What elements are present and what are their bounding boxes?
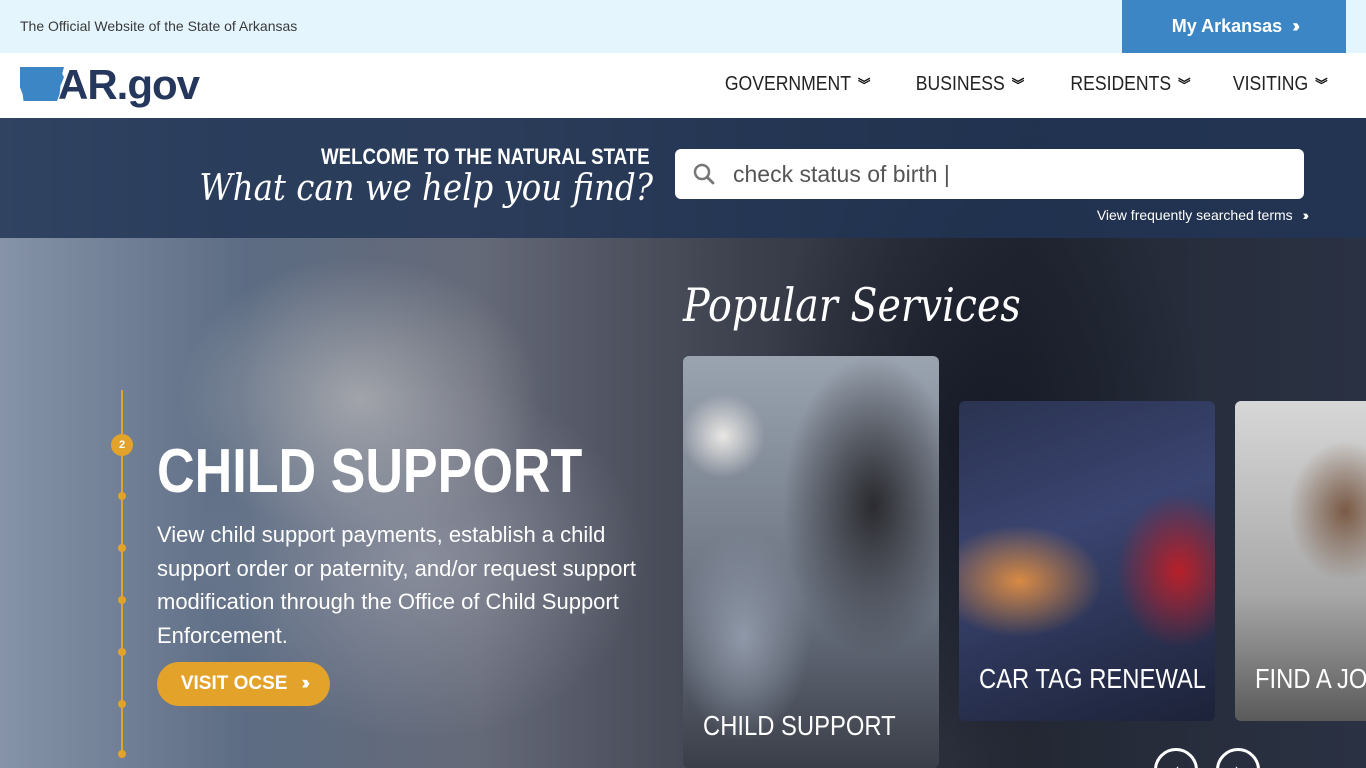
slide-title: CHILD SUPPORT [157, 437, 583, 506]
nav-item-business[interactable]: BUSINESS ︾ [916, 73, 1024, 96]
welcome-heading: WELCOME TO THE NATURAL STATE [321, 144, 650, 169]
visit-ocse-label: VISIT OCSE [180, 673, 288, 694]
visit-ocse-button[interactable]: VISIT OCSE ›› [157, 662, 330, 706]
search-band: WELCOME TO THE NATURAL STATE What can we… [0, 118, 1366, 238]
nav-item-government[interactable]: GOVERNMENT ︾ [725, 73, 871, 96]
my-arkansas-button[interactable]: My Arkansas ›› [1122, 0, 1346, 53]
service-card-find-a-job[interactable]: FIND A JOB [1235, 401, 1366, 721]
search-prompt: What can we help you find? [199, 168, 653, 209]
slide-indicator[interactable] [118, 596, 126, 604]
service-card-label: CAR TAG RENEWAL [979, 663, 1207, 694]
double-chevron-down-icon: ︾ [1315, 76, 1328, 93]
double-chevron-down-icon: ︾ [858, 76, 871, 93]
my-arkansas-label: My Arkansas [1171, 16, 1283, 36]
frequent-terms-label: View frequently searched terms [1096, 207, 1293, 223]
double-chevron-down-icon: ︾ [1178, 76, 1191, 93]
double-chevron-right-icon: ›› [301, 673, 309, 694]
slide-indicator[interactable] [118, 700, 126, 708]
slide-description: View child support payments, establish a… [157, 522, 636, 648]
hero-section: WELCOME TO THE NATURAL STATE What can we… [0, 118, 1366, 768]
chevron-left-icon: ‹ [1172, 758, 1180, 768]
nav-item-residents[interactable]: RESIDENTS ︾ [1070, 73, 1190, 96]
search-icon [675, 163, 733, 185]
service-card-car-tag-renewal[interactable]: CAR TAG RENEWAL [959, 401, 1215, 721]
double-chevron-right-icon: ›› [1302, 207, 1310, 223]
slide-number: 2 [118, 439, 126, 451]
slide-indicator[interactable] [118, 544, 126, 552]
nav-item-visiting[interactable]: VISITING ︾ [1233, 73, 1328, 96]
official-site-text: The Official Website of the State of Ark… [20, 18, 298, 34]
slide-indicator[interactable] [118, 648, 126, 656]
frequent-terms-link[interactable]: View frequently searched terms ›› [1096, 207, 1310, 223]
double-chevron-down-icon: ︾ [1011, 76, 1024, 93]
main-navbar: AR.gov GOVERNMENT ︾ BUSINESS ︾ RESIDENTS… [0, 53, 1366, 118]
nav-item-label: BUSINESS [915, 73, 1005, 95]
service-card-label: FIND A JOB [1255, 663, 1366, 694]
search-box[interactable] [675, 149, 1304, 199]
slide-indicator[interactable] [118, 750, 126, 758]
popular-services-heading: Popular Services [683, 278, 1021, 332]
search-input[interactable] [733, 160, 1273, 188]
nav-item-label: VISITING [1233, 73, 1309, 95]
top-bar: The Official Website of the State of Ark… [0, 0, 1366, 53]
nav-item-label: GOVERNMENT [725, 73, 852, 95]
main-nav: GOVERNMENT ︾ BUSINESS ︾ RESIDENTS ︾ VISI… [705, 73, 1328, 96]
double-chevron-right-icon: ›› [1292, 16, 1300, 36]
chevron-right-icon: › [1234, 758, 1242, 768]
nav-item-label: RESIDENTS [1070, 73, 1172, 95]
service-card-label: CHILD SUPPORT [703, 710, 896, 741]
ar-gov-logo[interactable]: AR.gov [20, 61, 230, 111]
service-card-child-support[interactable]: CHILD SUPPORT [683, 356, 939, 768]
slide-indicator[interactable] [118, 492, 126, 500]
logo-text: AR.gov [58, 61, 200, 108]
slide-indicator-active[interactable]: 2 [111, 434, 133, 456]
